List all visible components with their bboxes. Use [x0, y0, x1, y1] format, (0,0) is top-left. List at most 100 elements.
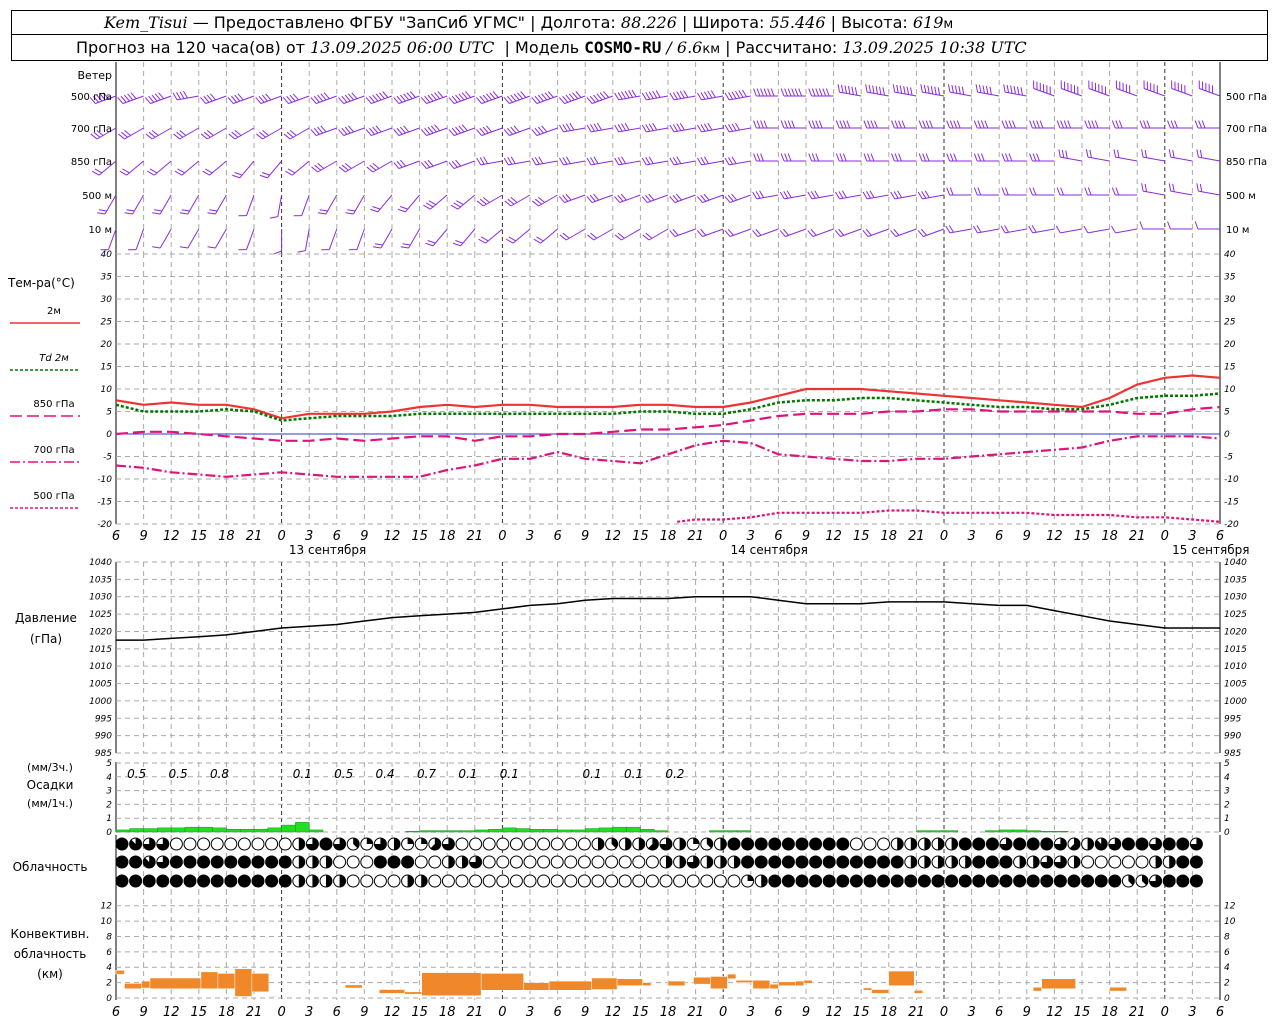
wind-barb-feather — [731, 91, 737, 99]
time-tick-label: 0 — [1161, 529, 1169, 544]
cloud-fill — [877, 875, 890, 887]
y-tick-right: 990 — [1224, 732, 1241, 742]
cloud-circle — [700, 874, 714, 888]
wind-barb-feather — [945, 225, 951, 234]
precip-total-label: 0.1 — [458, 767, 477, 781]
time-tick-label: 18 — [881, 529, 898, 544]
wind-barb-feather — [286, 131, 294, 138]
wind-barb-feather — [427, 159, 434, 167]
cloud-circle — [645, 874, 659, 888]
wind-barb-feather — [597, 122, 602, 131]
precip-total-label: 0.4 — [376, 767, 395, 781]
cloud-circle — [550, 874, 564, 888]
precip-bar — [1054, 831, 1069, 833]
time-tick-label: 12 — [825, 529, 842, 544]
wind-barb-feather — [894, 120, 899, 129]
cloud-fill — [1013, 875, 1026, 887]
wind-barb-feather — [575, 91, 582, 98]
wind-barb-feather — [458, 93, 465, 101]
cloud-circle — [1121, 855, 1135, 869]
wind-barb — [159, 228, 172, 249]
wind-barb-feather — [763, 120, 768, 129]
wind-barb-feather — [1198, 120, 1202, 129]
pressure-panel: 1040 1040 1035 1035 1030 1030 1025 1025 1020 1020… — [89, 558, 1247, 759]
convective-bar — [379, 989, 405, 994]
wind-barb-feather — [534, 157, 540, 165]
cloud-fill — [638, 838, 645, 850]
wind-barb-feather — [1067, 120, 1072, 129]
precip-bar — [267, 827, 282, 833]
wind-barb-feather — [1055, 225, 1061, 234]
convective-bar — [667, 980, 686, 986]
cloud-fill — [959, 838, 972, 850]
time-tick-label: 21 — [908, 529, 925, 544]
cloud-circle — [251, 837, 265, 851]
wind-barb-feather — [894, 153, 899, 162]
wind-barb-feather — [703, 123, 709, 131]
y-tick-left: -5 — [103, 453, 112, 463]
time-tick-label-bottom: 15 — [853, 1005, 870, 1020]
wind-barb-feather — [925, 153, 930, 162]
convective-bar — [591, 977, 618, 990]
wind-barb-feather — [283, 133, 291, 140]
wind-barb-feather — [227, 97, 234, 104]
wind-barb-feather — [505, 238, 514, 244]
wind-barb-feather — [862, 230, 869, 237]
wind-barb-feather — [1058, 149, 1061, 158]
cloud-fill — [366, 838, 373, 844]
wind-barb — [1060, 228, 1083, 234]
wind-barb-feather — [798, 88, 803, 97]
time-tick-label: 0 — [277, 529, 285, 544]
y-tick-left: 4 — [106, 773, 112, 783]
wind-barb-feather — [1174, 120, 1178, 129]
wind-barb-feather — [906, 86, 910, 95]
wind-barb-feather — [870, 153, 875, 162]
precip-bar — [170, 827, 186, 833]
cloud-fill — [184, 875, 196, 887]
wind-barb-feather — [642, 234, 650, 241]
wind-barb-feather — [427, 240, 436, 244]
convective-bar — [480, 973, 524, 991]
wind-barb-feather — [738, 90, 744, 98]
cloud-fill — [170, 875, 183, 887]
wind-barb-feather — [648, 156, 654, 164]
wind-barb-feather — [672, 92, 678, 100]
wind-barb-feather — [621, 91, 627, 99]
y-tick-right: 15 — [1224, 363, 1236, 373]
wind-barb-feather — [209, 209, 218, 212]
cloud-fill — [951, 856, 958, 868]
cloud-circle — [509, 874, 523, 888]
cloud-fill — [768, 838, 781, 850]
wind-barb-feather — [1194, 221, 1199, 230]
pressure-title: Давление — [15, 611, 77, 625]
wind-barb-feather — [791, 88, 796, 97]
time-tick-label-bottom: 0 — [277, 1005, 285, 1020]
wind-barb-feather — [645, 157, 651, 165]
wind-barb-feather — [210, 93, 217, 101]
wind-barb-feather — [590, 124, 596, 132]
cloud-circle — [686, 874, 700, 888]
wind-barb-feather — [679, 90, 685, 99]
wind-barb-feather — [818, 88, 823, 97]
cloud-fill — [170, 856, 183, 868]
wind-barb-feather — [1003, 84, 1006, 93]
wind-barb-feather — [621, 156, 627, 164]
wind-barb-feather — [533, 238, 541, 244]
wind-barb-feather — [892, 84, 896, 93]
wind-barb-feather — [482, 94, 489, 102]
wind-barb-feather — [565, 123, 571, 131]
y-tick-right: 0 — [1224, 828, 1230, 838]
wind-barb-feather — [320, 125, 327, 133]
cloud-fill — [720, 856, 727, 868]
wind-barb-feather — [794, 88, 799, 97]
wind-barb-feather — [397, 208, 406, 213]
wind-barb-feather — [409, 91, 416, 98]
time-tick-label: 6 — [112, 529, 120, 544]
time-tick-label-bottom: 6 — [995, 1005, 1003, 1020]
precip-bar — [460, 830, 476, 833]
wind-barb-feather — [314, 164, 322, 171]
wind-barb-feather — [507, 198, 515, 205]
y-tick-left: 0 — [106, 430, 112, 440]
cloud-fill — [1040, 875, 1053, 887]
cloud-fill — [326, 875, 332, 887]
